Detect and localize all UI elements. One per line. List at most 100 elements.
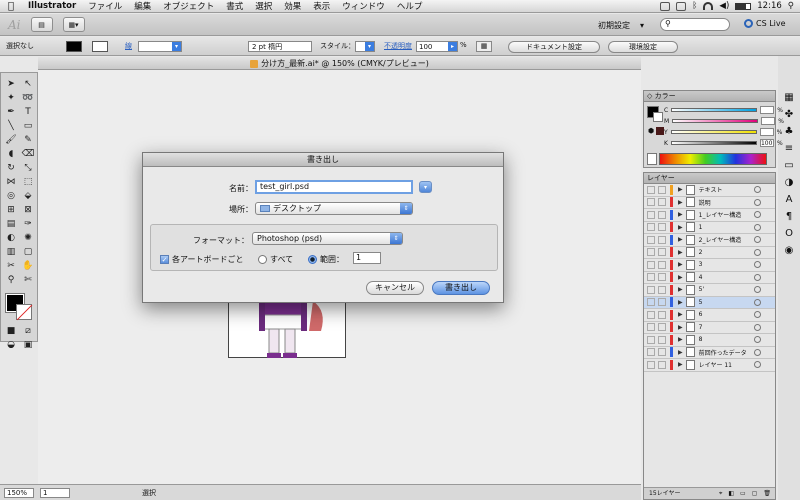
menu-window[interactable]: ウィンドウ xyxy=(336,0,391,12)
symbols-icon[interactable]: ♣ xyxy=(785,126,794,137)
line-tool-icon[interactable]: ╲ xyxy=(3,119,19,132)
cyan-value[interactable] xyxy=(760,106,775,114)
new-sublayer-icon[interactable]: ▭ xyxy=(740,488,746,499)
lock-toggle[interactable] xyxy=(658,198,666,207)
arrange-documents-button[interactable]: ▦▾ xyxy=(62,17,85,32)
artboard[interactable] xyxy=(228,300,346,358)
target-icon[interactable] xyxy=(754,336,761,344)
stroke-color-swatch[interactable] xyxy=(16,304,32,320)
target-icon[interactable] xyxy=(754,223,761,231)
bluetooth-icon[interactable]: ᛒ xyxy=(692,1,697,11)
layer-row[interactable]: ▶ 説明 xyxy=(644,197,775,209)
eyedropper-tool-icon[interactable]: ✑ xyxy=(20,217,36,230)
workspace-switcher[interactable]: 初期設定 ▾ xyxy=(598,18,644,32)
lock-toggle[interactable] xyxy=(658,310,666,319)
layer-row[interactable]: ▶ 4 xyxy=(644,272,775,284)
layer-row[interactable]: ▶ レイヤー 11 xyxy=(644,359,775,372)
magenta-value[interactable] xyxy=(761,117,776,125)
visibility-toggle[interactable] xyxy=(647,298,655,307)
fill-stroke-control[interactable] xyxy=(3,293,35,320)
type-tool-icon[interactable]: T xyxy=(20,105,36,118)
opacity-label-link[interactable]: 不透明度 xyxy=(384,41,412,51)
layers-panel-header[interactable]: レイヤー xyxy=(644,173,775,184)
target-icon[interactable] xyxy=(754,186,761,194)
range-input[interactable]: 1 xyxy=(353,252,381,264)
layer-row[interactable]: ▶ 1_レイヤー構造 xyxy=(644,209,775,222)
rectangle-tool-icon[interactable]: ▭ xyxy=(20,119,36,132)
stroke-icon[interactable]: ≡ xyxy=(785,143,793,154)
brush-dropdown[interactable]: 2 pt 楕円 xyxy=(248,41,312,52)
visibility-toggle[interactable] xyxy=(647,273,655,282)
layer-row[interactable]: ▶ 3 xyxy=(644,259,775,272)
stroke-swatch[interactable] xyxy=(92,41,108,52)
clock[interactable]: 12:16 xyxy=(757,1,782,11)
expand-triangle-icon[interactable]: ▶ xyxy=(678,361,683,368)
free-transform-tool-icon[interactable]: ⬚ xyxy=(20,175,36,188)
stroke-label-link[interactable]: 線 xyxy=(125,41,132,51)
target-icon[interactable] xyxy=(754,311,761,319)
opentype-icon[interactable]: O xyxy=(785,228,793,239)
cs-live-button[interactable]: CS Live xyxy=(744,19,786,28)
help-search-input[interactable]: ⚲ xyxy=(660,18,730,31)
layer-row[interactable]: ▶ 5 xyxy=(644,296,775,309)
expand-dialog-button[interactable]: ▾ xyxy=(419,181,432,193)
expand-triangle-icon[interactable]: ▶ xyxy=(678,349,683,356)
zoom-field[interactable]: 150% xyxy=(4,488,34,498)
artboard-tool-icon[interactable]: ▢ xyxy=(20,245,36,258)
layer-name[interactable]: テキスト xyxy=(699,185,723,194)
layer-name[interactable]: 1 xyxy=(699,224,703,231)
expand-triangle-icon[interactable]: ▶ xyxy=(678,261,683,268)
layer-name[interactable]: 4 xyxy=(699,274,703,281)
lock-toggle[interactable] xyxy=(658,185,666,194)
expand-triangle-icon[interactable]: ▶ xyxy=(678,199,683,206)
current-tool-status[interactable]: 選択 xyxy=(142,488,156,498)
app-menu[interactable]: Illustrator xyxy=(22,1,82,11)
sync-icon[interactable] xyxy=(676,1,687,11)
eraser-tool-icon[interactable]: ⌫ xyxy=(20,147,36,160)
expand-triangle-icon[interactable]: ▶ xyxy=(678,224,683,231)
yellow-value[interactable] xyxy=(759,128,774,136)
zoom-tool-icon[interactable]: ⚲ xyxy=(3,273,19,286)
visibility-toggle[interactable] xyxy=(647,260,655,269)
menu-view[interactable]: 表示 xyxy=(307,0,336,12)
layer-row[interactable]: ▶ 1 xyxy=(644,222,775,234)
scale-tool-icon[interactable]: ⤡ xyxy=(20,161,36,174)
visibility-toggle[interactable] xyxy=(647,285,655,294)
graph-tool-icon[interactable]: ▥ xyxy=(3,245,19,258)
delete-layer-icon[interactable]: 🗑 xyxy=(763,488,775,499)
gradient-icon[interactable]: ▭ xyxy=(784,160,793,171)
scissors-tool-icon[interactable]: ✄ xyxy=(20,273,36,286)
lock-toggle[interactable] xyxy=(658,360,666,369)
target-icon[interactable] xyxy=(754,211,761,219)
cyan-slider[interactable] xyxy=(671,108,758,112)
gradient-tool-icon[interactable]: ▤ xyxy=(3,217,19,230)
lock-toggle[interactable] xyxy=(658,260,666,269)
expand-triangle-icon[interactable]: ▶ xyxy=(678,249,683,256)
target-icon[interactable] xyxy=(754,273,761,281)
per-artboard-checkbox[interactable]: ✓ 各アートボードごと xyxy=(160,254,244,265)
target-icon[interactable] xyxy=(754,248,761,256)
layer-name[interactable]: 5' xyxy=(699,286,704,293)
magic-wand-tool-icon[interactable]: ✦ xyxy=(3,91,19,104)
target-icon[interactable] xyxy=(754,298,761,306)
visibility-toggle[interactable] xyxy=(647,198,655,207)
all-artboards-radio[interactable]: すべて xyxy=(258,254,293,265)
rotate-tool-icon[interactable]: ↻ xyxy=(3,161,19,174)
layer-name[interactable]: 7 xyxy=(699,324,703,331)
black-row[interactable]: K 100 % xyxy=(664,139,783,147)
spotlight-icon[interactable]: ⚲ xyxy=(788,1,794,11)
visibility-toggle[interactable] xyxy=(647,210,655,219)
document-tab[interactable]: 分け方_最新.ai* @ 150% (CMYK/プレビュー) xyxy=(38,57,641,70)
layer-row[interactable]: ▶ 5' xyxy=(644,284,775,297)
blob-brush-tool-icon[interactable]: ◖ xyxy=(3,147,19,160)
symbol-sprayer-tool-icon[interactable]: ✺ xyxy=(20,231,36,244)
expand-triangle-icon[interactable]: ▶ xyxy=(678,311,683,318)
layer-name[interactable]: 前回作ったデータ xyxy=(699,348,747,357)
layer-row[interactable]: ▶ 8 xyxy=(644,334,775,347)
menu-object[interactable]: オブジェクト xyxy=(157,0,220,12)
target-icon[interactable] xyxy=(754,236,761,244)
transparency-icon[interactable]: ◑ xyxy=(785,177,794,188)
yellow-row[interactable]: Y % xyxy=(664,128,782,136)
target-icon[interactable] xyxy=(754,261,761,269)
none-color-swatch[interactable] xyxy=(647,153,657,165)
